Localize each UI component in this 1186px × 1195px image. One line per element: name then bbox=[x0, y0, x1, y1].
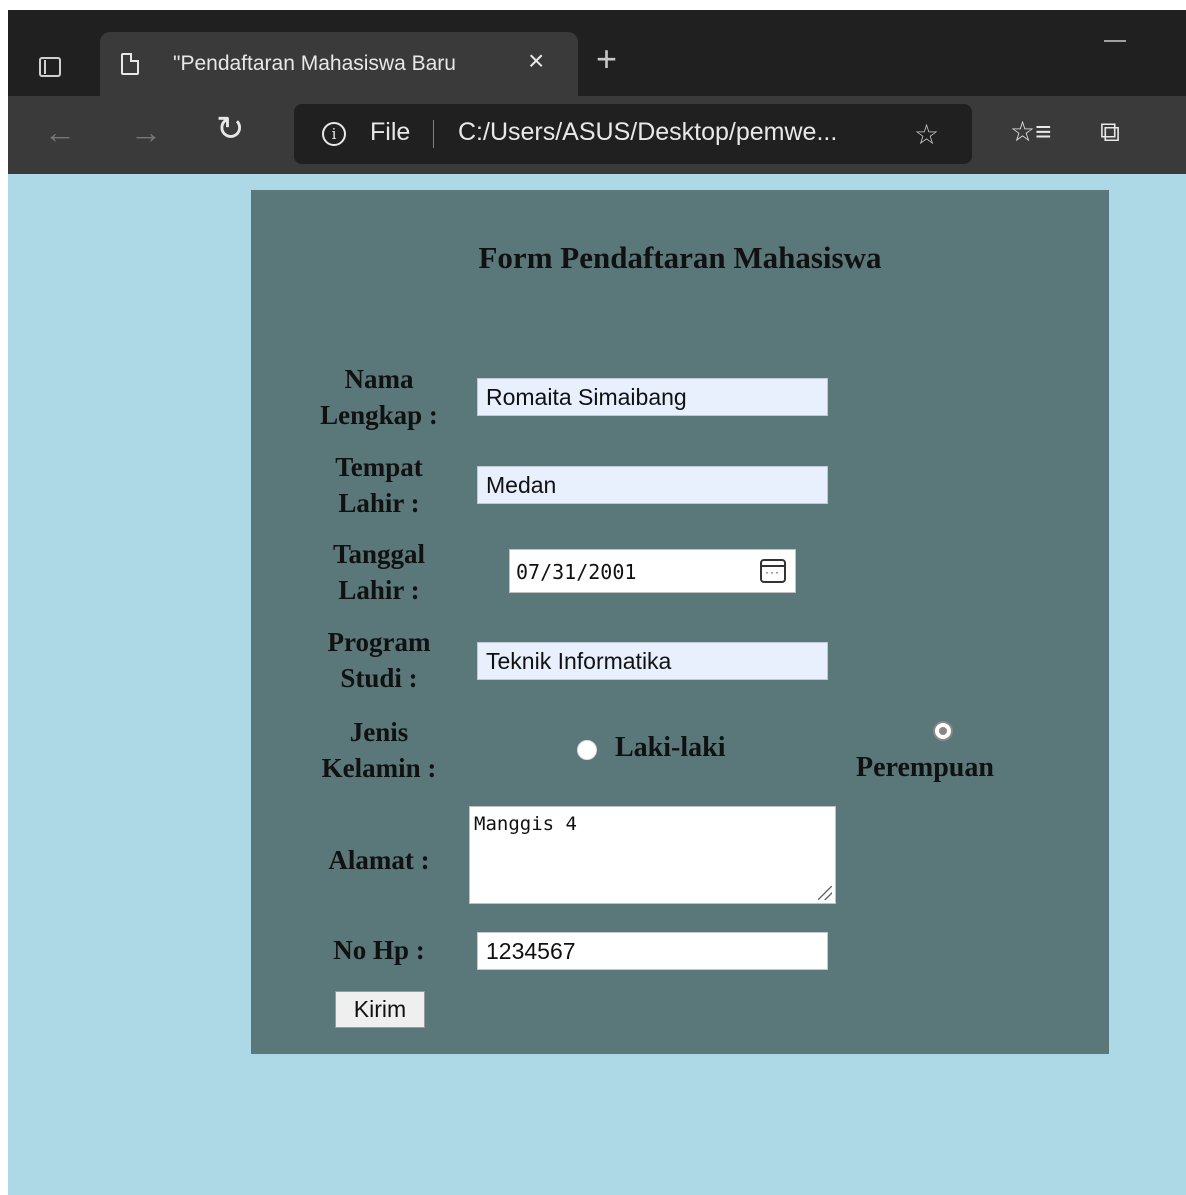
no-hp-label: No Hp : bbox=[333, 935, 425, 965]
program-studi-label: Program Studi : bbox=[299, 624, 459, 696]
close-tab-icon[interactable]: × bbox=[528, 47, 544, 75]
active-tab[interactable]: "Pendaftaran Mahasiswa Baru × bbox=[100, 32, 578, 96]
nama-label-line2: Lengkap : bbox=[320, 400, 438, 430]
resize-handle-icon[interactable] bbox=[818, 886, 832, 900]
tanggal-label-line1: Tanggal bbox=[332, 539, 426, 569]
alamat-textarea[interactable]: Manggis 4 bbox=[469, 806, 836, 904]
tempat-label-line2: Lahir : bbox=[338, 488, 420, 518]
kirim-button[interactable]: Kirim bbox=[335, 991, 425, 1028]
radio-perempuan[interactable] bbox=[933, 721, 953, 741]
calendar-icon[interactable] bbox=[760, 559, 786, 583]
program-studi-input[interactable]: Teknik Informatika bbox=[477, 642, 828, 680]
nama-label: Nama Lengkap : bbox=[299, 361, 459, 433]
tanggal-lahir-input[interactable]: 07/31/2001 bbox=[509, 549, 796, 593]
nama-input[interactable]: Romaita Simaibang bbox=[477, 378, 828, 416]
address-bar[interactable]: i File C:/Users/ASUS/Desktop/pemwe... ☆ bbox=[294, 104, 972, 164]
browser-toolbar: ← → ↻ i File C:/Users/ASUS/Desktop/pemwe… bbox=[8, 96, 1186, 174]
no-hp-input[interactable]: 1234567 bbox=[477, 932, 828, 970]
address-separator bbox=[433, 120, 434, 148]
security-label: File bbox=[370, 118, 411, 146]
radio-laki-laki[interactable] bbox=[577, 740, 597, 760]
tempat-lahir-label: Tempat Lahir : bbox=[299, 449, 459, 521]
browser-window: "Pendaftaran Mahasiswa Baru × + ← → ↻ i … bbox=[8, 10, 1186, 1195]
alamat-label: Alamat : bbox=[328, 845, 430, 875]
site-info-icon[interactable]: i bbox=[322, 122, 346, 146]
jenis-label-line1: Jenis bbox=[349, 717, 409, 747]
back-icon[interactable]: ← bbox=[44, 116, 76, 148]
tempat-lahir-input[interactable]: Medan bbox=[477, 466, 828, 504]
jenis-label-line2: Kelamin : bbox=[321, 753, 437, 783]
reload-icon[interactable]: ↻ bbox=[216, 112, 245, 146]
url-text[interactable]: C:/Users/ASUS/Desktop/pemwe... bbox=[458, 118, 837, 147]
tab-title: "Pendaftaran Mahasiswa Baru bbox=[173, 52, 456, 75]
prodi-label-line1: Program bbox=[327, 627, 431, 657]
tab-actions-icon[interactable] bbox=[35, 53, 65, 81]
radio-label-perempuan: Perempuan bbox=[856, 752, 994, 783]
minimize-icon[interactable] bbox=[1104, 40, 1126, 42]
tab-bar: "Pendaftaran Mahasiswa Baru × + bbox=[8, 10, 1186, 96]
tanggal-label-line2: Lahir : bbox=[338, 575, 420, 605]
jenis-kelamin-label: Jenis Kelamin : bbox=[299, 714, 459, 786]
date-value: 07/31/2001 bbox=[516, 560, 637, 584]
forward-icon[interactable]: → bbox=[130, 116, 162, 148]
page-document-icon bbox=[121, 53, 139, 75]
registration-form: Form Pendaftaran Mahasiswa Nama Lengkap … bbox=[251, 190, 1109, 1054]
prodi-label-line2: Studi : bbox=[340, 663, 418, 693]
add-favorite-icon[interactable]: ☆ bbox=[914, 118, 939, 151]
form-title: Form Pendaftaran Mahasiswa bbox=[478, 240, 882, 275]
nama-label-line1: Nama bbox=[344, 364, 414, 394]
favorites-icon[interactable]: ☆≡ bbox=[1010, 118, 1051, 146]
tempat-label-line1: Tempat bbox=[335, 452, 423, 482]
new-tab-icon[interactable]: + bbox=[596, 41, 617, 77]
radio-label-laki-laki: Laki-laki bbox=[615, 732, 726, 763]
alamat-value: Manggis 4 bbox=[474, 813, 577, 835]
tanggal-lahir-label: Tanggal Lahir : bbox=[299, 536, 459, 608]
collections-icon[interactable]: ⧉ bbox=[1100, 118, 1120, 146]
